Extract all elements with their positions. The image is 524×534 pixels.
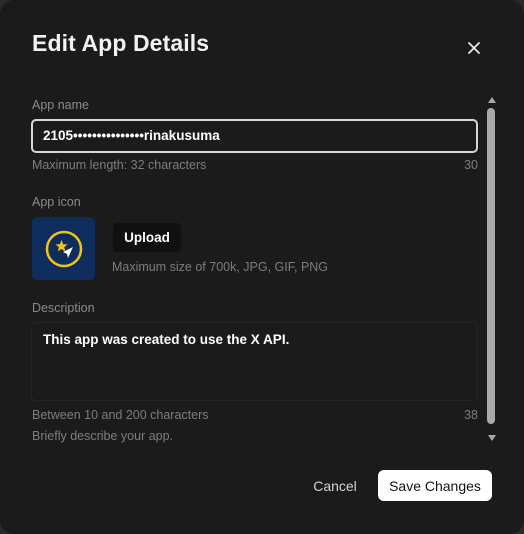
scroll-down-arrow-icon[interactable] xyxy=(485,432,498,443)
app-icon-preview xyxy=(32,217,95,280)
close-icon xyxy=(468,42,480,54)
description-hint: Between 10 and 200 characters xyxy=(32,408,209,422)
dialog-title: Edit App Details xyxy=(32,30,210,56)
description-textarea[interactable]: This app was created to use the X API. xyxy=(31,322,478,401)
close-button[interactable] xyxy=(463,37,485,59)
app-name-hint: Maximum length: 32 characters xyxy=(32,158,207,172)
description-label: Description xyxy=(32,301,95,315)
star-compass-icon xyxy=(45,230,82,267)
app-icon-label: App icon xyxy=(32,195,81,209)
app-name-label: App name xyxy=(32,98,89,112)
description-helper: Briefly describe your app. xyxy=(32,429,174,443)
edit-app-dialog: Edit App Details App name 2105••••••••••… xyxy=(0,0,524,534)
cancel-button[interactable]: Cancel xyxy=(305,471,365,501)
description-char-count: 38 xyxy=(464,408,478,422)
save-changes-button[interactable]: Save Changes xyxy=(378,470,492,501)
scrollbar[interactable] xyxy=(485,93,498,445)
scroll-up-arrow-icon[interactable] xyxy=(485,94,498,105)
app-name-char-count: 30 xyxy=(464,158,478,172)
app-icon-hint: Maximum size of 700k, JPG, GIF, PNG xyxy=(112,260,329,274)
upload-button[interactable]: Upload xyxy=(113,223,181,252)
app-name-input[interactable]: 2105•••••••••••••••rinakusuma xyxy=(31,119,478,153)
scrollbar-thumb[interactable] xyxy=(487,108,495,424)
